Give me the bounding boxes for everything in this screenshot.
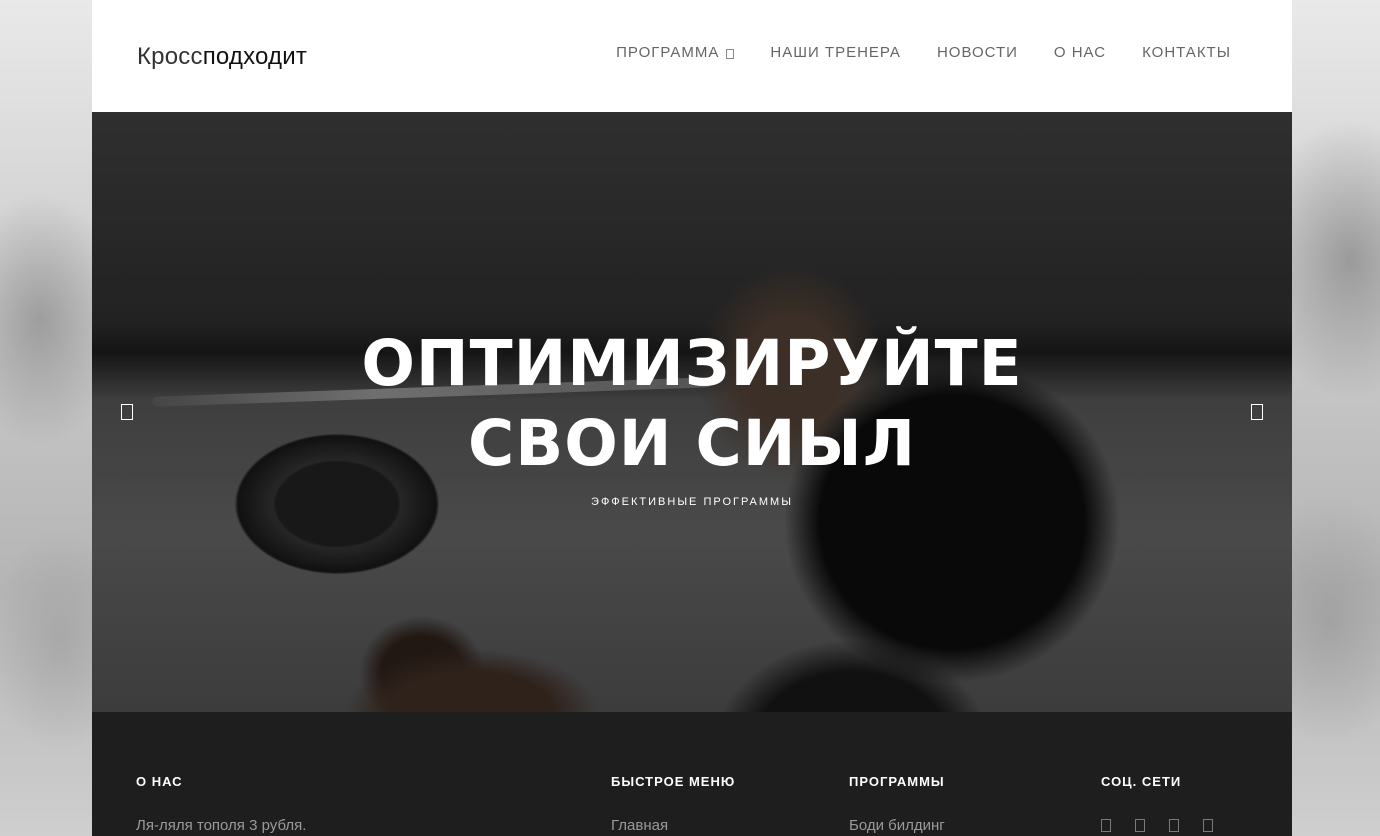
hero-caption: ОПТИМИЗИРУЙТЕ СВОИ СИЫЛ ЭФФЕКТИВНЫЕ ПРОГ… [92, 324, 1292, 508]
hero-title-line2: СВОИ СИЫЛ [467, 407, 917, 480]
hero-title: ОПТИМИЗИРУЙТЕ СВОИ СИЫЛ [92, 324, 1292, 484]
footer-programs-heading: ПРОГРАММЫ [849, 774, 945, 789]
footer-quick-menu-heading: БЫСТРОЕ МЕНЮ [611, 774, 736, 789]
footer-social-heading: СОЦ. СЕТИ [1101, 774, 1182, 789]
footer-programs: ПРОГРАММЫ Боди билдинг [849, 774, 945, 834]
site-footer: О НАС Ля-ляля тополя 3 рубля. БЫСТРОЕ МЕ… [92, 712, 1292, 836]
hero-subtitle: ЭФФЕКТИВНЫЕ ПРОГРАММЫ [591, 496, 793, 508]
nav-item-news[interactable]: НОВОСТИ [937, 44, 1018, 61]
nav-item-about[interactable]: О НАС [1054, 44, 1106, 61]
site-logo[interactable]: Кроссподходит [137, 43, 307, 71]
nav-item-label: НАШИ ТРЕНЕРА [770, 44, 901, 61]
social-link-icon-1[interactable] [1101, 819, 1111, 832]
hero-title-line1: ОПТИМИЗИРУЙТЕ [361, 327, 1023, 400]
page-container: Кроссподходит ПРОГРАММА НАШИ ТРЕНЕРА НОВ… [92, 0, 1292, 836]
footer-link-bodybuilding[interactable]: Боди билдинг [849, 817, 945, 834]
footer-quick-menu: БЫСТРОЕ МЕНЮ Главная [611, 774, 735, 834]
slider-next-arrow-icon[interactable] [1251, 404, 1263, 420]
hero-slider: ОПТИМИЗИРУЙТЕ СВОИ СИЫЛ ЭФФЕКТИВНЫЕ ПРОГ… [92, 112, 1292, 712]
nav-item-trainers[interactable]: НАШИ ТРЕНЕРА [770, 44, 901, 61]
social-icons [1101, 819, 1213, 832]
nav-item-label: КОНТАКТЫ [1142, 44, 1231, 61]
social-link-icon-4[interactable] [1203, 819, 1213, 832]
nav-item-label: НОВОСТИ [936, 44, 1018, 61]
nav-item-label: О НАС [1053, 44, 1107, 61]
slider-prev-arrow-icon[interactable] [121, 404, 133, 420]
main-nav: ПРОГРАММА НАШИ ТРЕНЕРА НОВОСТИ О НАС КОН… [616, 44, 1231, 61]
social-link-icon-2[interactable] [1135, 819, 1145, 832]
footer-about: О НАС Ля-ляля тополя 3 рубля. [136, 774, 306, 834]
nav-item-label: ПРОГРАММА [616, 44, 720, 61]
logo-text-part2: подходит [202, 43, 308, 70]
social-link-icon-3[interactable] [1169, 819, 1179, 832]
nav-item-program[interactable]: ПРОГРАММА [616, 44, 735, 61]
chevron-down-icon [726, 48, 735, 59]
logo-text-part1: Кросс [137, 43, 203, 70]
footer-social: СОЦ. СЕТИ [1101, 774, 1213, 832]
site-header: Кроссподходит ПРОГРАММА НАШИ ТРЕНЕРА НОВ… [92, 0, 1292, 112]
footer-about-text: Ля-ляля тополя 3 рубля. [136, 817, 307, 834]
footer-link-home[interactable]: Главная [611, 817, 735, 834]
nav-item-contacts[interactable]: КОНТАКТЫ [1142, 44, 1231, 61]
footer-about-heading: О НАС [136, 774, 183, 789]
